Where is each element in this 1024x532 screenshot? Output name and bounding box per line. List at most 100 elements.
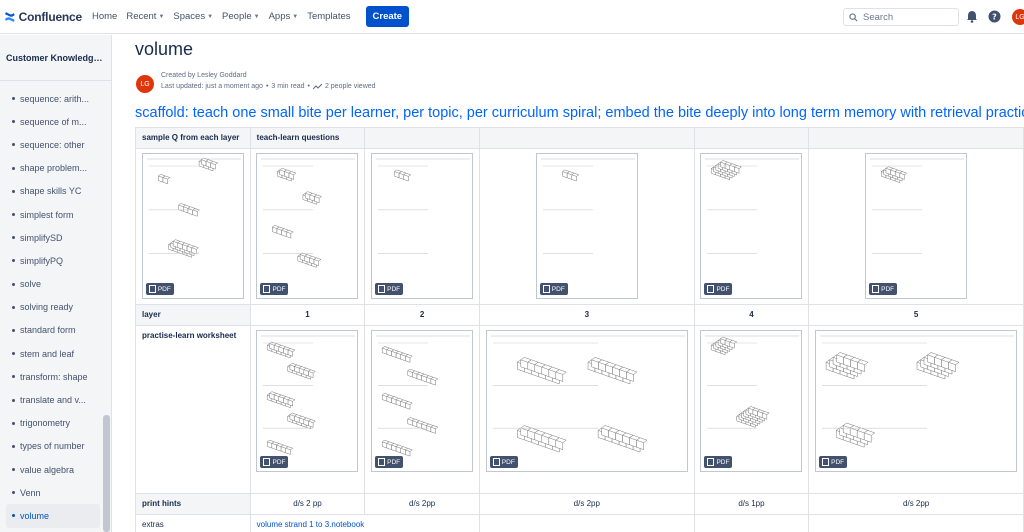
help-icon[interactable]: ? (988, 10, 1001, 23)
separator-dot: • (265, 83, 269, 90)
user-avatar[interactable]: LG (1012, 9, 1024, 25)
people-viewed[interactable]: 2 people viewed (325, 83, 376, 90)
space-title[interactable]: Customer Knowledge ... (6, 53, 106, 63)
pdf-icon (378, 285, 386, 293)
sidebar-item[interactable]: types of number (6, 435, 100, 458)
notifications-bell-icon[interactable] (966, 10, 978, 23)
search-input[interactable]: Search (843, 8, 959, 26)
sidebar-item[interactable]: transform: shape (6, 365, 100, 388)
worksheet-thumbnail[interactable]: PDF (815, 330, 1018, 472)
sidebar-item[interactable]: simplifyPQ (6, 249, 100, 272)
sidebar-scrollbar[interactable] (103, 415, 110, 532)
bullet-icon (12, 189, 15, 193)
bullet-icon (12, 97, 15, 101)
sidebar-item[interactable]: solving ready (6, 296, 100, 319)
worksheet-thumbnail[interactable]: PDF (865, 153, 968, 299)
bullet-icon (12, 236, 15, 240)
worksheet-preview-image (261, 158, 356, 268)
sidebar-item-label: simplifyPQ (20, 255, 64, 266)
sidebar-item[interactable]: solve (6, 273, 100, 296)
thumb-cell: PDF (364, 148, 480, 305)
worksheet-thumbnail[interactable]: PDF (256, 153, 359, 299)
worksheet-thumbnail[interactable]: PDF (485, 330, 688, 472)
worksheet-thumbnail[interactable]: PDF (371, 330, 474, 472)
pdf-badge[interactable]: PDF (260, 283, 289, 295)
worksheet-preview-image (540, 158, 635, 254)
extras-link[interactable]: volume strand 1 to 3.notebook (257, 520, 365, 529)
pdf-badge[interactable]: PDF (704, 456, 733, 468)
sidebar-item[interactable]: standard form (6, 319, 100, 342)
sidebar-item[interactable]: sequence of m... (6, 110, 100, 133)
pdf-label: PDF (157, 285, 171, 293)
worksheet-preview-image (376, 335, 471, 457)
sidebar-item[interactable]: trigonometry (6, 412, 100, 435)
logo-text: Confluence (18, 9, 83, 24)
bullet-icon (12, 120, 15, 124)
empty-cell (693, 514, 810, 532)
confluence-logo[interactable]: Confluence (4, 10, 82, 24)
sidebar-item[interactable]: translate and v... (6, 388, 100, 411)
table-row-teach-learn: PDF PDF PDF PDF PDF PDF (135, 148, 1024, 305)
nav-spaces[interactable]: Spaces ▼ (173, 11, 213, 22)
created-by: Created by Lesley Goddard (161, 72, 247, 79)
nav-home[interactable]: Home (92, 11, 117, 22)
nav-people[interactable]: People ▼ (222, 11, 260, 22)
svg-text:?: ? (992, 13, 997, 22)
extras-cell: volume strand 1 to 3.notebook (249, 514, 480, 532)
bullet-icon (12, 491, 15, 495)
worksheet-thumbnail[interactable]: PDF (535, 153, 638, 299)
nav-templates-label: Templates (307, 11, 351, 22)
pdf-label: PDF (387, 285, 401, 293)
nav-apps[interactable]: Apps ▼ (269, 11, 299, 22)
worksheet-preview-image (490, 335, 685, 453)
worksheet-thumbnail[interactable]: PDF (700, 153, 803, 299)
bullet-icon (12, 328, 15, 332)
thumb-cell: PDF (135, 148, 251, 305)
pdf-badge[interactable]: PDF (819, 456, 848, 468)
worksheet-thumbnail[interactable]: PDF (141, 153, 244, 299)
pdf-badge[interactable]: PDF (869, 283, 898, 295)
pdf-label: PDF (716, 458, 730, 466)
worksheet-thumbnail[interactable]: PDF (371, 153, 474, 299)
sidebar-item[interactable]: shape problem... (6, 157, 100, 180)
pdf-icon (148, 285, 156, 293)
pdf-label: PDF (501, 458, 515, 466)
sidebar-item[interactable]: Venn (6, 481, 100, 504)
create-button[interactable]: Create (365, 6, 410, 27)
worksheet-thumbnail[interactable]: PDF (700, 330, 803, 472)
page-title: volume (135, 39, 194, 59)
pdf-label: PDF (551, 285, 565, 293)
sidebar-item[interactable]: sequence: other (6, 133, 100, 156)
pdf-badge[interactable]: PDF (375, 283, 404, 295)
header-empty (693, 127, 810, 149)
header-empty (808, 127, 1024, 149)
extras-label: extras (135, 514, 251, 532)
thumb-cell: PDF (693, 148, 810, 305)
sidebar-item-label: value algebra (20, 464, 75, 475)
nav-templates[interactable]: Templates (307, 11, 350, 22)
bullet-icon (12, 375, 15, 379)
bullet-icon (12, 166, 15, 170)
sidebar-item[interactable]: simplest form (6, 203, 100, 226)
sidebar-item-label: shape problem... (20, 163, 88, 174)
author-avatar[interactable]: LG (136, 75, 154, 93)
sidebar-item[interactable]: shape skills YC (6, 180, 100, 203)
pdf-badge[interactable]: PDF (539, 283, 568, 295)
sidebar-item[interactable]: stem and leaf (6, 342, 100, 365)
sidebar-item[interactable]: value algebra (6, 458, 100, 481)
pdf-badge[interactable]: PDF (375, 456, 404, 468)
pdf-badge[interactable]: PDF (145, 283, 174, 295)
pdf-badge[interactable]: PDF (704, 283, 733, 295)
worksheet-thumbnail[interactable]: PDF (256, 330, 359, 472)
pdf-badge[interactable]: PDF (260, 456, 289, 468)
sidebar-item[interactable]: volume (6, 504, 100, 528)
pdf-icon (872, 285, 880, 293)
nav-recent[interactable]: Recent ▼ (126, 11, 164, 22)
pdf-icon (263, 458, 271, 466)
sidebar-item[interactable]: simplifySD (6, 226, 100, 249)
table-row-layer: layer 1 2 3 4 5 (135, 304, 1024, 326)
sidebar-item-label: Venn (20, 487, 41, 498)
pdf-badge[interactable]: PDF (489, 456, 518, 468)
sidebar-item[interactable]: sequence: arith... (6, 87, 100, 110)
layer-label: layer (135, 304, 251, 326)
